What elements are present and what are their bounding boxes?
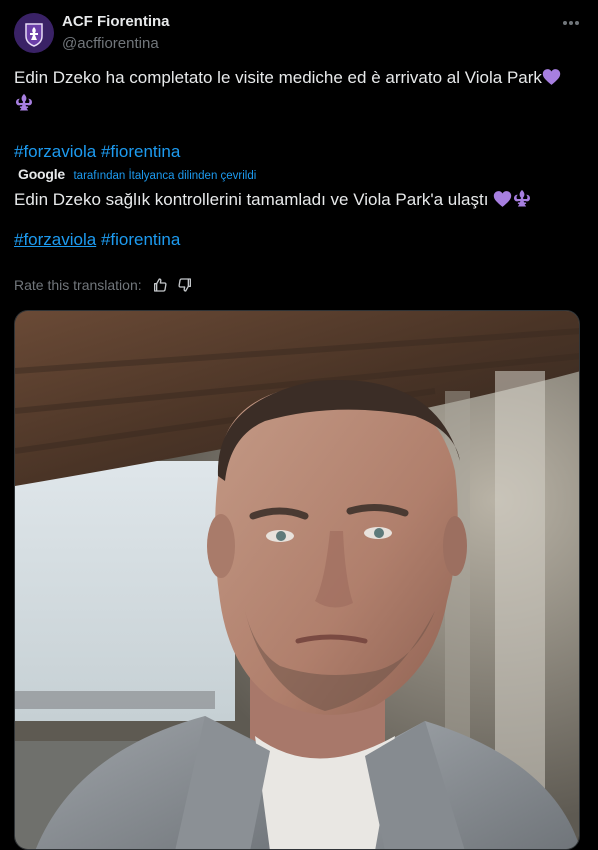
thumbs-up-icon[interactable] [152, 277, 168, 293]
tweet-media-photo[interactable] [14, 310, 580, 850]
hashtag-link[interactable]: #forzaviola [14, 142, 96, 161]
fleur-de-lis-emoji-icon [512, 189, 532, 209]
portrait-photo [15, 311, 579, 849]
fiorentina-crest-icon [14, 13, 54, 53]
hashtags-translated: #forzaviola #fiorentina [14, 229, 180, 251]
avatar[interactable] [14, 13, 54, 53]
tweet-emoji-line [14, 93, 34, 115]
fleur-de-lis-emoji-icon [14, 93, 34, 113]
hashtag-link[interactable]: #fiorentina [101, 230, 180, 249]
purple-heart-emoji-icon [493, 190, 512, 208]
display-name[interactable]: ACF Fiorentina [62, 13, 170, 30]
more-horizontal-icon[interactable] [558, 12, 584, 34]
tweet-text-translated: Edin Dzeko sağlık kontrollerini tamamlad… [14, 189, 532, 211]
translated-text: Edin Dzeko sağlık kontrollerini tamamlad… [14, 190, 489, 209]
hashtag-link[interactable]: #fiorentina [101, 142, 180, 161]
translation-caption[interactable]: tarafından İtalyanca dilinden çevrildi [73, 170, 256, 182]
google-logo: Google [18, 166, 66, 182]
translation-attribution: Google tarafından İtalyanca dilinden çev… [18, 166, 256, 184]
thumbs-down-icon[interactable] [177, 277, 193, 293]
tweet-text-original: Edin Dzeko ha completato le visite medic… [14, 67, 561, 89]
rate-translation-row: Rate this translation: [14, 277, 193, 297]
tweet-text-original-line: Edin Dzeko ha completato le visite medic… [14, 68, 542, 87]
user-handle[interactable]: @acffiorentina [62, 35, 159, 52]
purple-heart-emoji-icon [542, 68, 561, 86]
rate-translation-label: Rate this translation: [14, 277, 142, 293]
hashtag-link[interactable]: #forzaviola [14, 230, 96, 249]
hashtags-original: #forzaviola #fiorentina [14, 141, 180, 163]
